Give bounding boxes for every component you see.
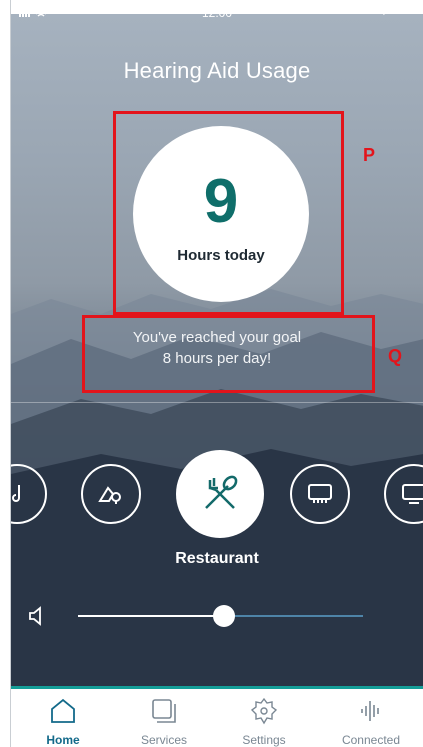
- battery-icon: [397, 6, 417, 14]
- tab-bar: Home Services Settings Connected: [11, 686, 423, 747]
- waveform-icon: [361, 701, 379, 721]
- volume-slider-thumb[interactable]: [213, 605, 235, 627]
- theater-icon: [308, 484, 332, 503]
- annotation-label-p: P: [363, 145, 376, 165]
- music-note-icon: [12, 485, 20, 502]
- divider: [11, 402, 423, 403]
- fork-spoon-icon: [205, 475, 238, 509]
- outdoor-icon: [98, 486, 121, 504]
- tab-connected[interactable]: Connected: [321, 689, 421, 747]
- volume-slider-filled[interactable]: [78, 615, 224, 617]
- tab-settings[interactable]: Settings: [214, 689, 314, 747]
- gear-icon: [250, 697, 278, 725]
- tab-home-label: Home: [46, 733, 80, 747]
- tab-home[interactable]: Home: [13, 689, 113, 747]
- annotation-label-q: Q: [388, 346, 403, 366]
- program-theater-button[interactable]: [290, 464, 350, 524]
- home-icon: [51, 698, 75, 723]
- selected-program-label: Restaurant: [175, 550, 259, 567]
- volume-icon: [29, 606, 41, 626]
- tab-settings-label: Settings: [242, 733, 286, 747]
- volume-slider-track[interactable]: [224, 615, 363, 617]
- tab-connected-label: Connected: [341, 733, 401, 747]
- program-outdoor-button[interactable]: [81, 464, 141, 524]
- program-restaurant-button[interactable]: [176, 450, 264, 538]
- status-bar: 12:00: [11, 0, 423, 24]
- services-icon: [152, 699, 176, 723]
- annotation-box-q: [82, 315, 375, 393]
- annotation-box-p: [113, 111, 344, 315]
- status-right: [379, 4, 417, 16]
- bluetooth-icon: [380, 4, 389, 16]
- status-time: 12:00: [201, 6, 233, 20]
- page-title: Hearing Aid Usage: [123, 58, 311, 83]
- tab-services-label: Services: [140, 733, 187, 747]
- tab-services[interactable]: Services: [114, 689, 214, 747]
- phone-screen: 12:00 Hearing Aid Usage 9 Hours today P …: [10, 0, 423, 747]
- tv-icon: [402, 484, 423, 504]
